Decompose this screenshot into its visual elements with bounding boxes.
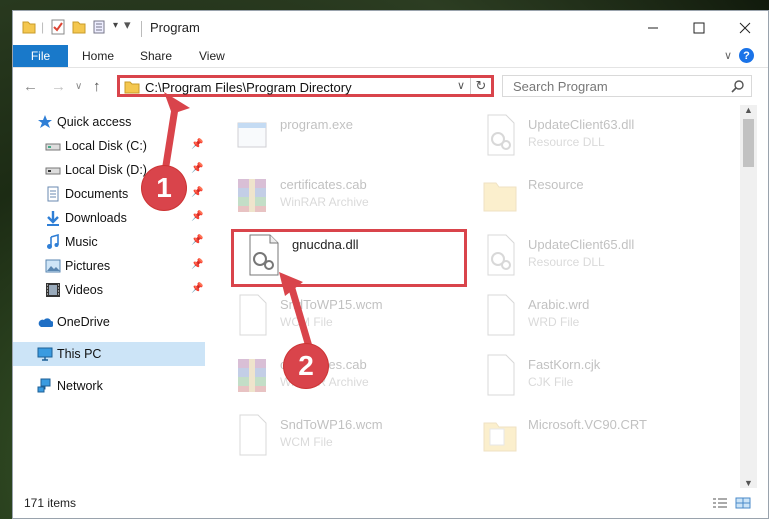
step-marker-2: 2 — [284, 344, 328, 388]
arrow-1-head — [164, 92, 190, 114]
annotation-arrows — [160, 92, 314, 351]
step-marker-1: 1 — [142, 166, 186, 210]
arrow-2 — [286, 281, 314, 351]
